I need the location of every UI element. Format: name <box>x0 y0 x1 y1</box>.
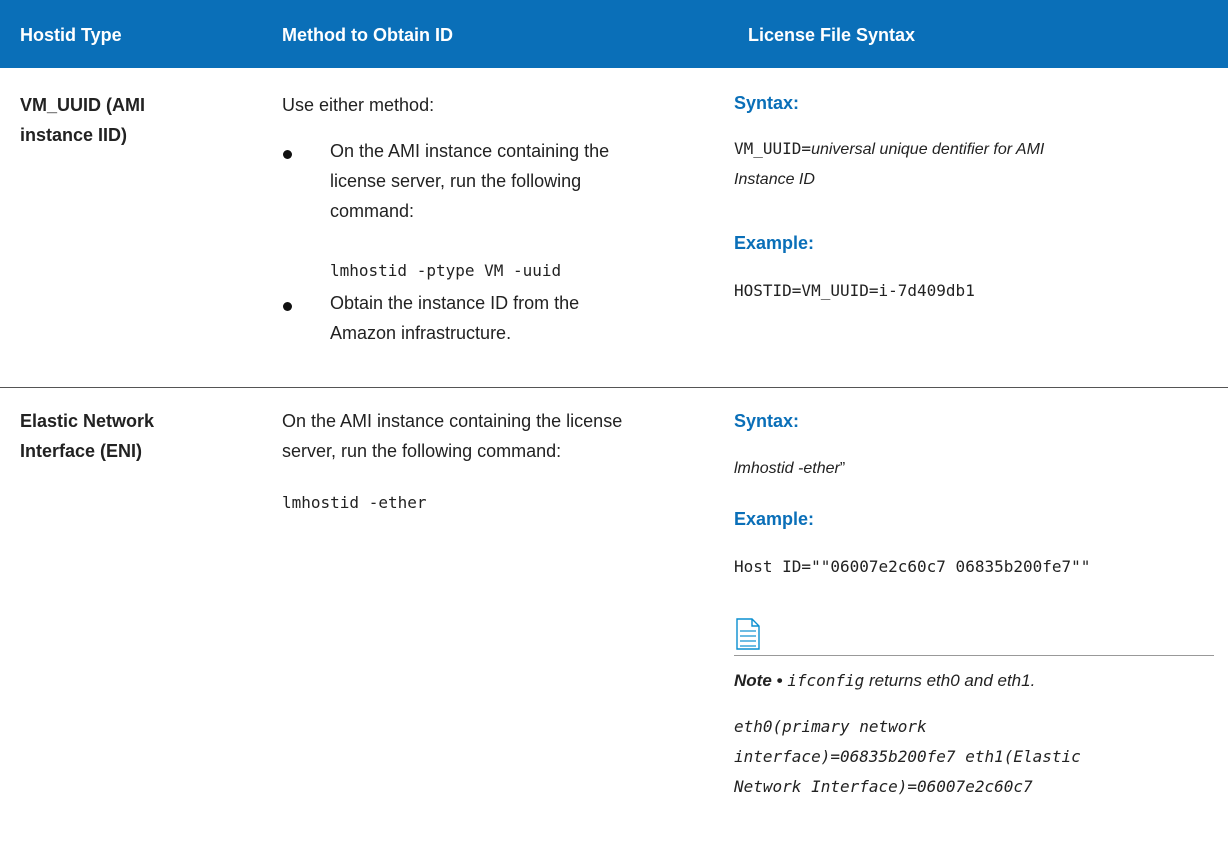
method-text-line: server, run the following command: <box>282 441 562 461</box>
method-bullet-1: On the AMI instance containing the licen… <box>330 136 609 226</box>
note-document-icon <box>736 618 760 650</box>
syntax-italic: universal unique dentifier for AMI <box>811 141 1045 158</box>
method-bullet-2: Obtain the instance ID from the Amazon i… <box>330 288 579 348</box>
note-label: Note • <box>734 671 783 690</box>
hostid-type-vm-uuid: VM_UUID (AMI instance IID) <box>20 90 145 150</box>
command-vm-uuid: lmhostid -ptype VM -uuid <box>330 261 562 280</box>
note-line: Note • ifconfig returns eth0 and eth1. <box>734 666 1035 696</box>
note-detail-line: interface)=06835b200fe7 eth1(Elastic <box>734 747 1081 766</box>
syntax-prefix: VM_UUID= <box>734 139 812 158</box>
syntax-italic: lmhostid -ether <box>734 460 840 477</box>
example-value: HOSTID=VM_UUID=i-7d409db1 <box>734 281 975 300</box>
method-text-line: license server, run the following <box>330 171 582 191</box>
note-detail: eth0(primary network interface)=06835b20… <box>734 712 1081 802</box>
method-text-line: On the AMI instance containing the licen… <box>282 411 623 431</box>
header-hostid-type: Hostid Type <box>20 25 122 45</box>
method-intro: Use either method: <box>282 95 435 115</box>
syntax-value: VM_UUID=universal unique dentifier for A… <box>734 134 1044 195</box>
hostid-type-line: instance IID) <box>20 125 128 145</box>
bullet-icon <box>283 302 292 311</box>
syntax-suffix: ” <box>839 460 846 477</box>
example-heading: Example: <box>734 509 815 529</box>
method-text-line: On the AMI instance containing the <box>330 141 610 161</box>
note-text: returns eth0 and eth1. <box>864 671 1036 690</box>
command-ether: lmhostid -ether <box>282 493 427 512</box>
note-divider <box>734 655 1214 656</box>
method-text-line: command: <box>330 201 415 221</box>
header-method: Method to Obtain ID <box>282 25 453 45</box>
bullet-icon <box>283 150 292 159</box>
row-divider <box>0 387 1228 388</box>
header-syntax: License File Syntax <box>748 25 916 45</box>
method-text-line: Amazon infrastructure. <box>330 323 512 343</box>
syntax-italic: Instance ID <box>734 171 815 188</box>
example-heading: Example: <box>734 233 815 253</box>
example-value: Host ID=""06007e2c60c7 06835b200fe7"" <box>734 557 1091 576</box>
hostid-type-line: VM_UUID (AMI <box>20 95 145 115</box>
hostid-type-eni: Elastic Network Interface (ENI) <box>20 406 154 466</box>
method-text-line: Obtain the instance ID from the <box>330 293 580 313</box>
syntax-heading: Syntax: <box>734 411 800 431</box>
syntax-value: lmhostid -ether” <box>734 454 845 484</box>
note-detail-line: eth0(primary network <box>734 717 927 736</box>
method-eni: On the AMI instance containing the licen… <box>282 406 622 466</box>
note-detail-line: Network Interface)=06007e2c60c7 <box>734 777 1033 796</box>
hostid-type-line: Elastic Network <box>20 411 155 431</box>
syntax-heading: Syntax: <box>734 93 800 113</box>
hostid-type-line: Interface (ENI) <box>20 441 143 461</box>
table-header: Hostid Type Method to Obtain ID License … <box>0 0 1228 68</box>
note-code: ifconfig <box>787 671 865 690</box>
